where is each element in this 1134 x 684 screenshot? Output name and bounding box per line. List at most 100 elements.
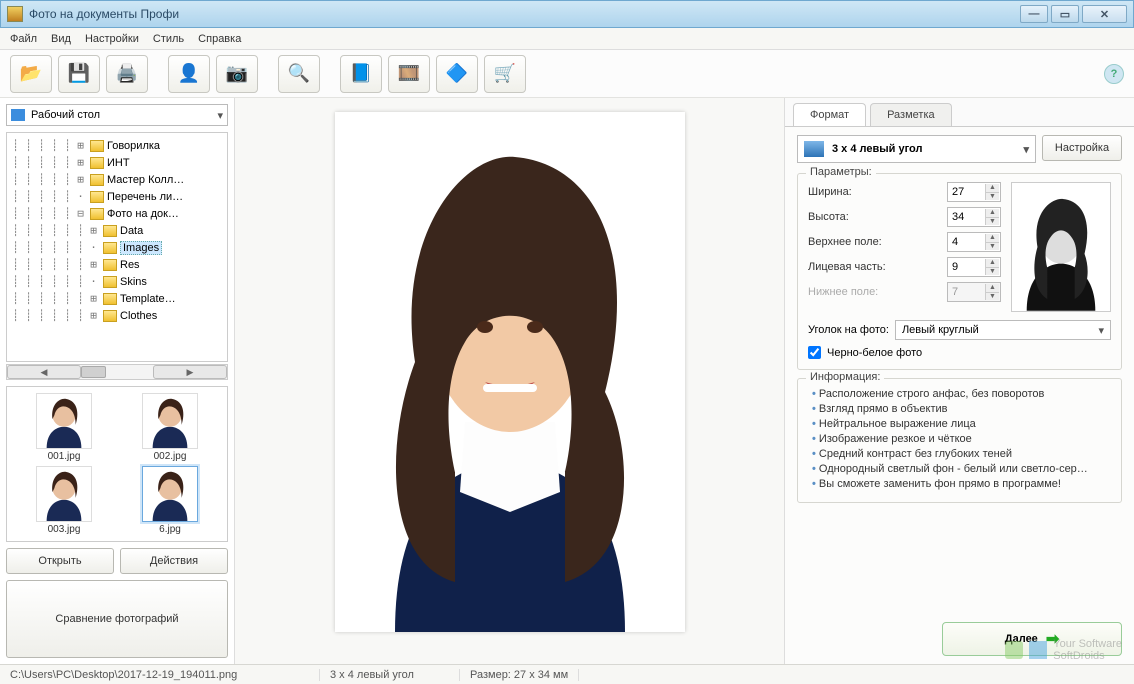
tree-item[interactable]: ┊┊┊┊┊⊞ИНТ: [9, 154, 225, 171]
tree-item[interactable]: ┊┊┊┊┊┊⊞Clothes: [9, 307, 225, 324]
menu-file[interactable]: Файл: [10, 33, 37, 45]
watermark: Your SoftwareSoftDroids: [1005, 638, 1122, 662]
tree-item[interactable]: ┊┊┊┊┊·Перечень ли…: [9, 188, 225, 205]
top-input[interactable]: 4▲▼: [947, 232, 1001, 252]
video-icon[interactable]: 🎞️: [388, 55, 430, 93]
photo-content: [335, 112, 685, 632]
info-item: Средний контраст без глубоких теней: [812, 447, 1111, 462]
bw-checkbox[interactable]: Черно-белое фото: [808, 346, 1111, 359]
scroll-left-button[interactable]: ◀: [7, 365, 81, 379]
main-photo[interactable]: [335, 112, 685, 632]
scroll-thumb[interactable]: [81, 366, 106, 378]
menubar: Файл Вид Настройки Стиль Справка: [0, 28, 1134, 50]
menu-style[interactable]: Стиль: [153, 33, 184, 45]
tab-layout[interactable]: Разметка: [870, 103, 952, 126]
open-icon[interactable]: 📂: [10, 55, 52, 93]
compare-button[interactable]: Сравнение фотографий: [6, 580, 228, 658]
enhance-icon[interactable]: 🔍: [278, 55, 320, 93]
thumbnail[interactable]: 6.jpg: [119, 466, 221, 535]
format-value: 3 x 4 левый угол: [832, 143, 922, 155]
corner-select[interactable]: Левый круглый ▾: [895, 320, 1111, 340]
params-legend: Параметры:: [806, 166, 876, 178]
menu-view[interactable]: Вид: [51, 33, 71, 45]
bottom-input: 7▲▼: [947, 282, 1001, 302]
right-panel: Формат Разметка 3 x 4 левый угол ▾ Настр…: [784, 98, 1134, 664]
info-list: Расположение строго анфас, без поворотов…: [808, 387, 1111, 492]
status-size: Размер: 27 x 34 мм: [460, 669, 579, 681]
user-icon[interactable]: 👤: [168, 55, 210, 93]
app-icon: [7, 6, 23, 22]
window-title: Фото на документы Профи: [29, 7, 1017, 21]
face-input[interactable]: 9▲▼: [947, 257, 1001, 277]
format-select[interactable]: 3 x 4 левый угол ▾: [797, 135, 1036, 163]
toolbar: 📂 💾 🖨️ 👤 📷 🔍 📘 🎞️ 🔷 🛒 ?: [0, 50, 1134, 98]
chevron-down-icon: ▾: [1023, 143, 1029, 156]
height-input[interactable]: 34▲▼: [947, 207, 1001, 227]
format-icon: [804, 141, 824, 157]
info-item: Нейтральное выражение лица: [812, 417, 1111, 432]
location-combo[interactable]: Рабочий стол ▾: [6, 104, 228, 126]
chevron-down-icon: ▾: [217, 109, 223, 122]
bottom-label: Нижнее поле:: [808, 286, 941, 298]
tree-item[interactable]: ┊┊┊┊┊⊟Фото на док…: [9, 205, 225, 222]
top-label: Верхнее поле:: [808, 236, 941, 248]
minimize-button[interactable]: —: [1020, 5, 1048, 23]
width-input[interactable]: 27▲▼: [947, 182, 1001, 202]
face-label: Лицевая часть:: [808, 261, 941, 273]
actions-button[interactable]: Действия: [120, 548, 228, 574]
tab-format[interactable]: Формат: [793, 103, 866, 126]
titlebar: Фото на документы Профи — ▭ ✕: [0, 0, 1134, 28]
menu-settings[interactable]: Настройки: [85, 33, 139, 45]
info-item: Изображение резкое и чёткое: [812, 432, 1111, 447]
tree-item[interactable]: ┊┊┊┊┊⊞Говорилка: [9, 137, 225, 154]
params-group: Параметры: Ширина: 27▲▼ Высота: 34▲▼ Вер…: [797, 173, 1122, 370]
camera-icon[interactable]: 📷: [216, 55, 258, 93]
tree-item[interactable]: ┊┊┊┊┊┊⊞Res: [9, 256, 225, 273]
statusbar: C:\Users\PC\Desktop\2017-12-19_194011.pn…: [0, 664, 1134, 684]
cart-icon[interactable]: 🛒: [484, 55, 526, 93]
print-icon[interactable]: 🖨️: [106, 55, 148, 93]
save-icon[interactable]: 💾: [58, 55, 100, 93]
bw-input[interactable]: [808, 346, 821, 359]
hint-icon[interactable]: ?: [1104, 64, 1124, 84]
status-path: C:\Users\PC\Desktop\2017-12-19_194011.pn…: [0, 669, 320, 681]
thumbnail[interactable]: 003.jpg: [13, 466, 115, 535]
location-label: Рабочий стол: [31, 109, 100, 121]
width-label: Ширина:: [808, 186, 941, 198]
left-panel: Рабочий стол ▾ ┊┊┊┊┊⊞Говорилка┊┊┊┊┊⊞ИНТ┊…: [0, 98, 235, 664]
thumbnail-grid: 001.jpg002.jpg003.jpg6.jpg: [6, 386, 228, 542]
corner-value: Левый круглый: [902, 324, 979, 336]
info-item: Вы сможете заменить фон прямо в программ…: [812, 477, 1111, 492]
close-button[interactable]: ✕: [1082, 5, 1127, 23]
maximize-button[interactable]: ▭: [1051, 5, 1079, 23]
scroll-right-button[interactable]: ▶: [153, 365, 227, 379]
tree-item[interactable]: ┊┊┊┊┊┊·Images: [9, 239, 225, 256]
info-group: Информация: Расположение строго анфас, б…: [797, 378, 1122, 503]
tree-scrollbar[interactable]: ◀ ▶: [6, 364, 228, 380]
status-format: 3 x 4 левый угол: [320, 669, 460, 681]
tree-item[interactable]: ┊┊┊┊┊⊞Мастер Колл…: [9, 171, 225, 188]
height-label: Высота:: [808, 211, 941, 223]
thumbnail[interactable]: 002.jpg: [119, 393, 221, 462]
canvas-area: [235, 98, 784, 664]
tree-item[interactable]: ┊┊┊┊┊┊·Skins: [9, 273, 225, 290]
folder-tree[interactable]: ┊┊┊┊┊⊞Говорилка┊┊┊┊┊⊞ИНТ┊┊┊┊┊⊞Мастер Кол…: [6, 132, 228, 362]
workarea: Рабочий стол ▾ ┊┊┊┊┊⊞Говорилка┊┊┊┊┊⊞ИНТ┊…: [0, 98, 1134, 664]
menu-help[interactable]: Справка: [198, 33, 241, 45]
corner-label: Уголок на фото:: [808, 324, 889, 336]
tree-item[interactable]: ┊┊┊┊┊┊⊞Template…: [9, 290, 225, 307]
format-preview: [1011, 182, 1111, 312]
bw-label: Черно-белое фото: [827, 347, 922, 359]
help-icon[interactable]: 📘: [340, 55, 382, 93]
info-item: Однородный светлый фон - белый или светл…: [812, 462, 1111, 477]
tabs: Формат Разметка: [785, 98, 1134, 126]
open-button[interactable]: Открыть: [6, 548, 114, 574]
thumbnail[interactable]: 001.jpg: [13, 393, 115, 462]
tree-item[interactable]: ┊┊┊┊┊┊⊞Data: [9, 222, 225, 239]
disk-icon: [11, 109, 25, 121]
tab-body: 3 x 4 левый угол ▾ Настройка Параметры: …: [785, 126, 1134, 664]
format-settings-button[interactable]: Настройка: [1042, 135, 1122, 161]
info-legend: Информация:: [806, 371, 884, 383]
update-icon[interactable]: 🔷: [436, 55, 478, 93]
info-item: Расположение строго анфас, без поворотов: [812, 387, 1111, 402]
